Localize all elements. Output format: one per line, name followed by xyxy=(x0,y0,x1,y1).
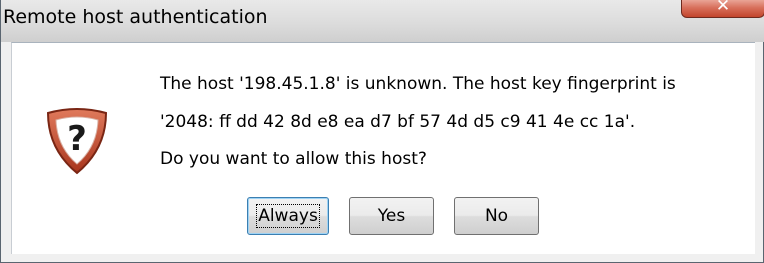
no-button[interactable]: No xyxy=(454,197,539,235)
always-button-label: Always xyxy=(256,204,320,228)
yes-button[interactable]: Yes xyxy=(349,197,434,235)
no-button-label: No xyxy=(484,206,509,226)
message-line-3: Do you want to allow this host? xyxy=(160,149,427,169)
dialog-content: ? The host '198.45.1.8' is unknown. The … xyxy=(11,42,755,254)
close-button[interactable]: ✕ xyxy=(681,0,764,18)
message-line-1: The host '198.45.1.8' is unknown. The ho… xyxy=(160,74,676,94)
message-line-2: '2048: ff dd 42 8d e8 ea d7 bf 57 4d d5 … xyxy=(160,112,636,132)
question-icon: ? xyxy=(46,108,108,175)
yes-button-label: Yes xyxy=(377,206,406,226)
title-bar[interactable]: Remote host authentication ✕ xyxy=(1,0,764,42)
always-button[interactable]: Always xyxy=(247,197,329,235)
svg-text:?: ? xyxy=(67,119,87,159)
remote-host-auth-dialog: Remote host authentication ✕ ? The host … xyxy=(0,0,764,263)
close-icon: ✕ xyxy=(715,0,731,16)
window-title: Remote host authentication xyxy=(3,6,268,28)
